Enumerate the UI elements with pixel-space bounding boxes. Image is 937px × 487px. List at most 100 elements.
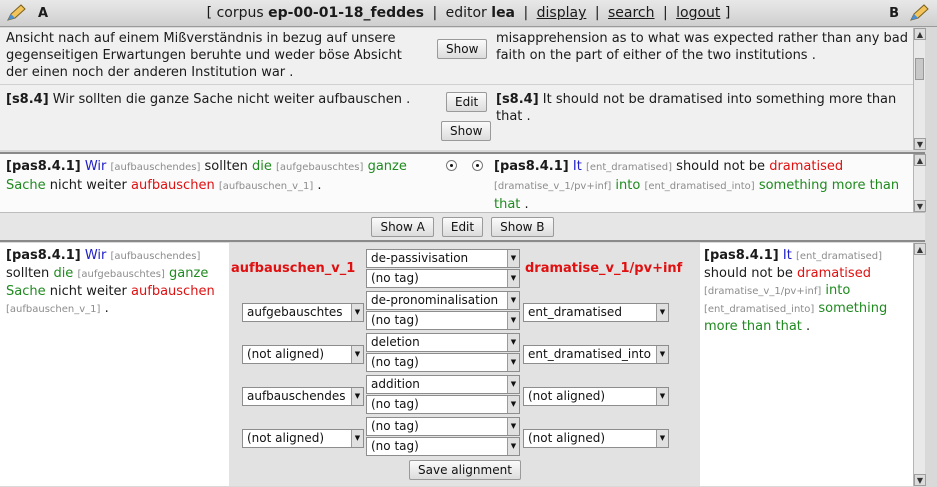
current-sentence-de: [s8.4] Wir sollten die ganze Sache nicht… — [6, 91, 426, 108]
radio-a[interactable] — [446, 160, 457, 171]
dropdown-arrow-icon[interactable]: ▼ — [507, 292, 519, 309]
phrase-id: [pas8.4.1] — [6, 248, 81, 263]
dropdown-arrow-icon[interactable]: ▼ — [656, 304, 668, 321]
tag-select-value: (no tag) — [371, 397, 419, 411]
source-select[interactable]: aufgebauschtes ▼ — [242, 303, 364, 322]
align-text-en: [pas8.4.1] It [ent_dramatised] should no… — [704, 247, 909, 335]
tag-select[interactable]: (no tag) ▼ — [366, 353, 520, 372]
display-link[interactable]: display — [537, 5, 587, 21]
relation-select[interactable]: addition ▼ — [366, 375, 520, 394]
scrollbar[interactable]: ▲ ▼ — [913, 243, 926, 486]
target-select[interactable]: (not aligned) ▼ — [523, 429, 669, 448]
search-link[interactable]: search — [608, 5, 655, 21]
scroll-down-arrow[interactable]: ▼ — [914, 474, 926, 486]
pencil-icon[interactable] — [6, 3, 28, 23]
scroll-up-arrow[interactable]: ▲ — [914, 243, 926, 255]
token-word: It — [782, 248, 792, 263]
sentence-panel: Ansicht nach auf einem Mißverständnis in… — [0, 28, 926, 150]
token-tag: [ent_dramatised_into] — [644, 181, 755, 192]
dropdown-arrow-icon[interactable]: ▼ — [507, 354, 519, 371]
token-word: should not be — [676, 159, 766, 174]
dropdown-arrow-icon[interactable]: ▼ — [656, 388, 668, 405]
dropdown-arrow-icon[interactable]: ▼ — [507, 376, 519, 393]
relation-select[interactable]: de-pronominalisation ▼ — [366, 291, 520, 310]
token-word: Wir — [84, 159, 107, 174]
tag-select-value: (no tag) — [371, 271, 419, 285]
dropdown-arrow-icon[interactable]: ▼ — [351, 388, 363, 405]
sentence-text: It should not be dramatised into somethi… — [496, 92, 897, 124]
target-select[interactable]: (not aligned) ▼ — [523, 387, 669, 406]
source-select[interactable]: (not aligned) ▼ — [242, 429, 364, 448]
tag-select[interactable]: (no tag) ▼ — [366, 395, 520, 414]
dropdown-arrow-icon[interactable]: ▼ — [507, 250, 519, 267]
edit-button[interactable]: Edit — [441, 216, 484, 237]
dropdown-arrow-icon[interactable]: ▼ — [507, 312, 519, 329]
separator: | — [662, 5, 668, 21]
dropdown-arrow-icon[interactable]: ▼ — [351, 430, 363, 447]
radio-b[interactable] — [472, 160, 483, 171]
phrase-id: [pas8.4.1] — [6, 159, 81, 174]
edit-sentence-button[interactable]: Edit — [446, 92, 488, 112]
tag-select[interactable]: (no tag) ▼ — [366, 437, 520, 456]
dropdown-arrow-icon[interactable]: ▼ — [507, 334, 519, 351]
token-word: . — [104, 301, 109, 316]
pencil-icon[interactable] — [909, 3, 931, 23]
relation-select-value: (no tag) — [371, 419, 419, 433]
dropdown-arrow-icon[interactable]: ▼ — [351, 304, 363, 321]
logout-link[interactable]: logout — [676, 5, 720, 21]
relation-select[interactable]: deletion ▼ — [366, 333, 520, 352]
dropdown-arrow-icon[interactable]: ▼ — [351, 346, 363, 363]
divider — [0, 84, 925, 85]
source-select-value: (not aligned) — [247, 347, 325, 361]
relation-select-value: de-passivisation — [371, 251, 469, 265]
token-tag: [ent_dramatised] — [585, 162, 673, 173]
show-a-button[interactable]: Show A — [371, 216, 434, 237]
show-next-button[interactable]: Show — [441, 121, 492, 141]
token-word: die — [251, 159, 272, 174]
tag-select[interactable]: (no tag) ▼ — [366, 269, 520, 288]
token-word: die — [53, 266, 74, 281]
token-tag: [aufbauschendes] — [110, 251, 201, 262]
dropdown-arrow-icon[interactable]: ▼ — [507, 396, 519, 413]
source-select-value: aufbauschendes — [247, 389, 346, 403]
dropdown-arrow-icon[interactable]: ▼ — [507, 438, 519, 455]
prev-sentence-en: misapprehension as to what was expected … — [496, 31, 909, 63]
target-select-value: (not aligned) — [528, 389, 606, 403]
scroll-up-arrow[interactable]: ▲ — [914, 154, 926, 166]
token-tag: [dramatise_v_1/pv+inf] — [704, 286, 822, 297]
source-select-value: aufgebauschtes — [247, 305, 343, 319]
show-b-button[interactable]: Show B — [491, 216, 554, 237]
token-word: Sache — [6, 178, 46, 193]
source-select[interactable]: (not aligned) ▼ — [242, 345, 364, 364]
scroll-down-arrow[interactable]: ▼ — [914, 138, 926, 150]
sentence-text: Wir sollten die ganze Sache nicht weiter… — [52, 92, 411, 107]
scroll-up-arrow[interactable]: ▲ — [914, 28, 926, 40]
dropdown-arrow-icon[interactable]: ▼ — [656, 430, 668, 447]
phrase-en: [pas8.4.1] It [ent_dramatised] should no… — [494, 158, 919, 214]
relation-select[interactable]: de-passivisation ▼ — [366, 249, 520, 268]
scrollbar[interactable]: ▲ ▼ — [913, 154, 926, 212]
source-select[interactable]: aufbauschendes ▼ — [242, 387, 364, 406]
dropdown-arrow-icon[interactable]: ▼ — [507, 418, 519, 435]
save-alignment-button[interactable]: Save alignment — [409, 460, 521, 480]
target-select-value: ent_dramatised_into — [528, 347, 651, 361]
dropdown-arrow-icon[interactable]: ▼ — [507, 270, 519, 287]
relation-select[interactable]: (no tag) ▼ — [366, 417, 520, 436]
target-select[interactable]: ent_dramatised ▼ — [523, 303, 669, 322]
token-word: . — [317, 178, 322, 193]
scrollbar[interactable]: ▲ ▼ — [913, 28, 926, 150]
scroll-down-arrow[interactable]: ▼ — [914, 200, 926, 212]
corner-b: B — [889, 3, 931, 23]
tag-select[interactable]: (no tag) ▼ — [366, 311, 520, 330]
token-word: into — [825, 283, 851, 298]
token-tag: [aufbauschen_v_1] — [218, 181, 314, 192]
target-select[interactable]: ent_dramatised_into ▼ — [523, 345, 669, 364]
dropdown-arrow-icon[interactable]: ▼ — [656, 346, 668, 363]
scroll-thumb[interactable] — [915, 58, 924, 80]
token-word: Sache — [6, 284, 46, 299]
editor-label: editor — [445, 5, 487, 21]
show-prev-button[interactable]: Show — [437, 39, 488, 59]
side-b-label: B — [889, 5, 899, 21]
separator: | — [432, 5, 438, 21]
phrase-panel: [pas8.4.1] Wir [aufbauschendes] sollten … — [0, 152, 926, 214]
